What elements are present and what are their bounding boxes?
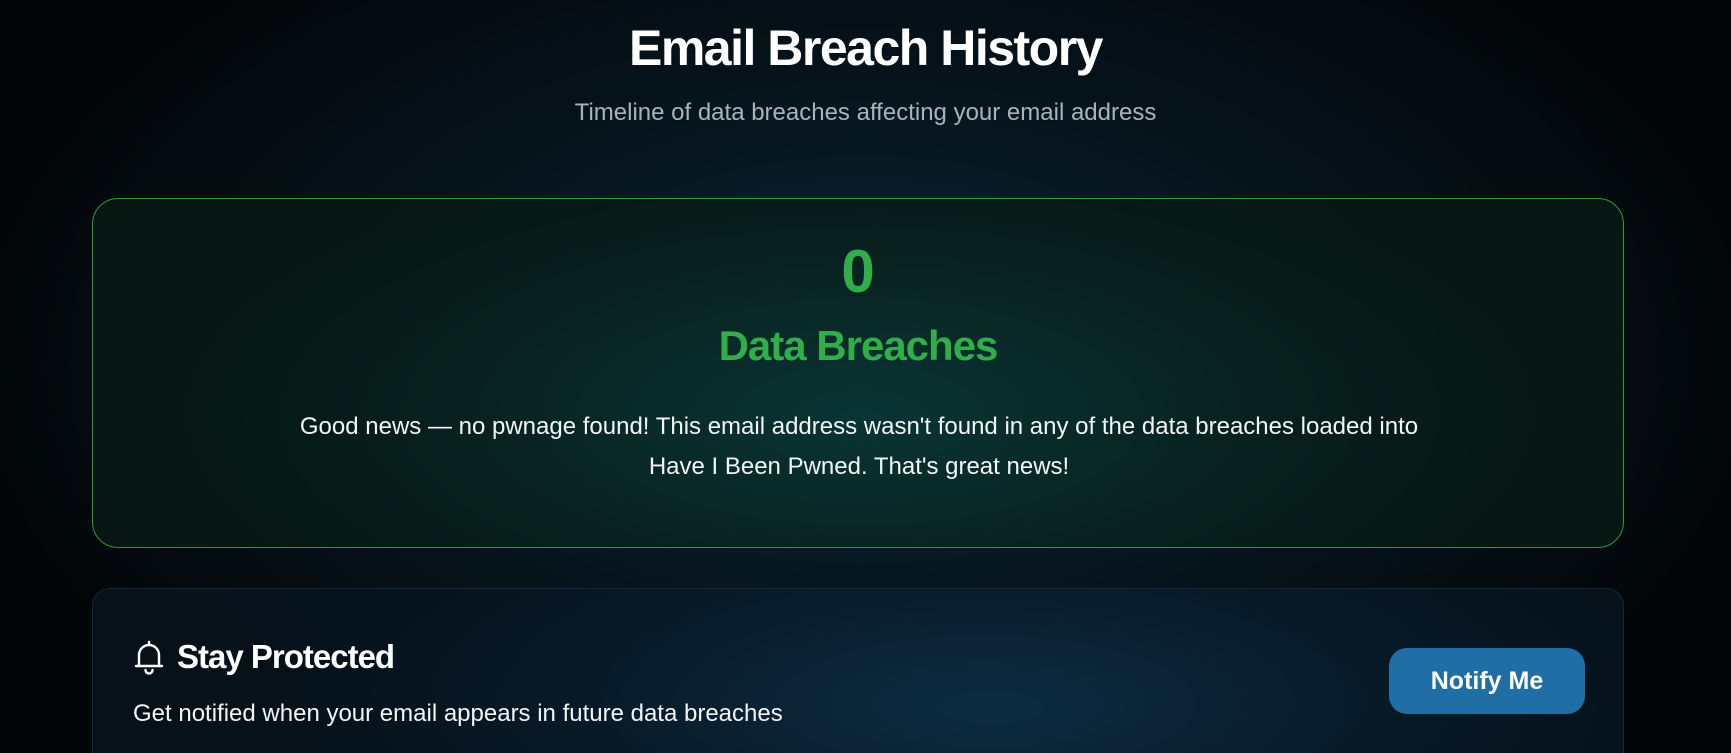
stay-protected-description: Get notified when your email appears in …	[133, 700, 783, 727]
stay-protected-title: Stay Protected	[177, 638, 395, 675]
stay-protected-heading: Stay Protected	[133, 637, 395, 677]
breach-history-page: Email Breach History Timeline of data br…	[0, 0, 1731, 753]
page-subtitle: Timeline of data breaches affecting your…	[574, 99, 1157, 126]
breach-count: 0	[841, 238, 875, 305]
page-title: Email Breach History	[629, 20, 1103, 76]
notify-me-button[interactable]: Notify Me	[1389, 648, 1585, 714]
stay-protected-card: Stay Protected Get notified when your em…	[92, 588, 1624, 753]
bell-icon	[133, 639, 165, 675]
breach-count-label: Data Breaches	[718, 322, 999, 369]
result-message: Good news — no pwnage found! This email …	[299, 413, 1419, 480]
breach-result-card: 0 Data Breaches Good news — no pwnage fo…	[92, 198, 1624, 548]
page-header: Email Breach History Timeline of data br…	[0, 0, 1731, 126]
